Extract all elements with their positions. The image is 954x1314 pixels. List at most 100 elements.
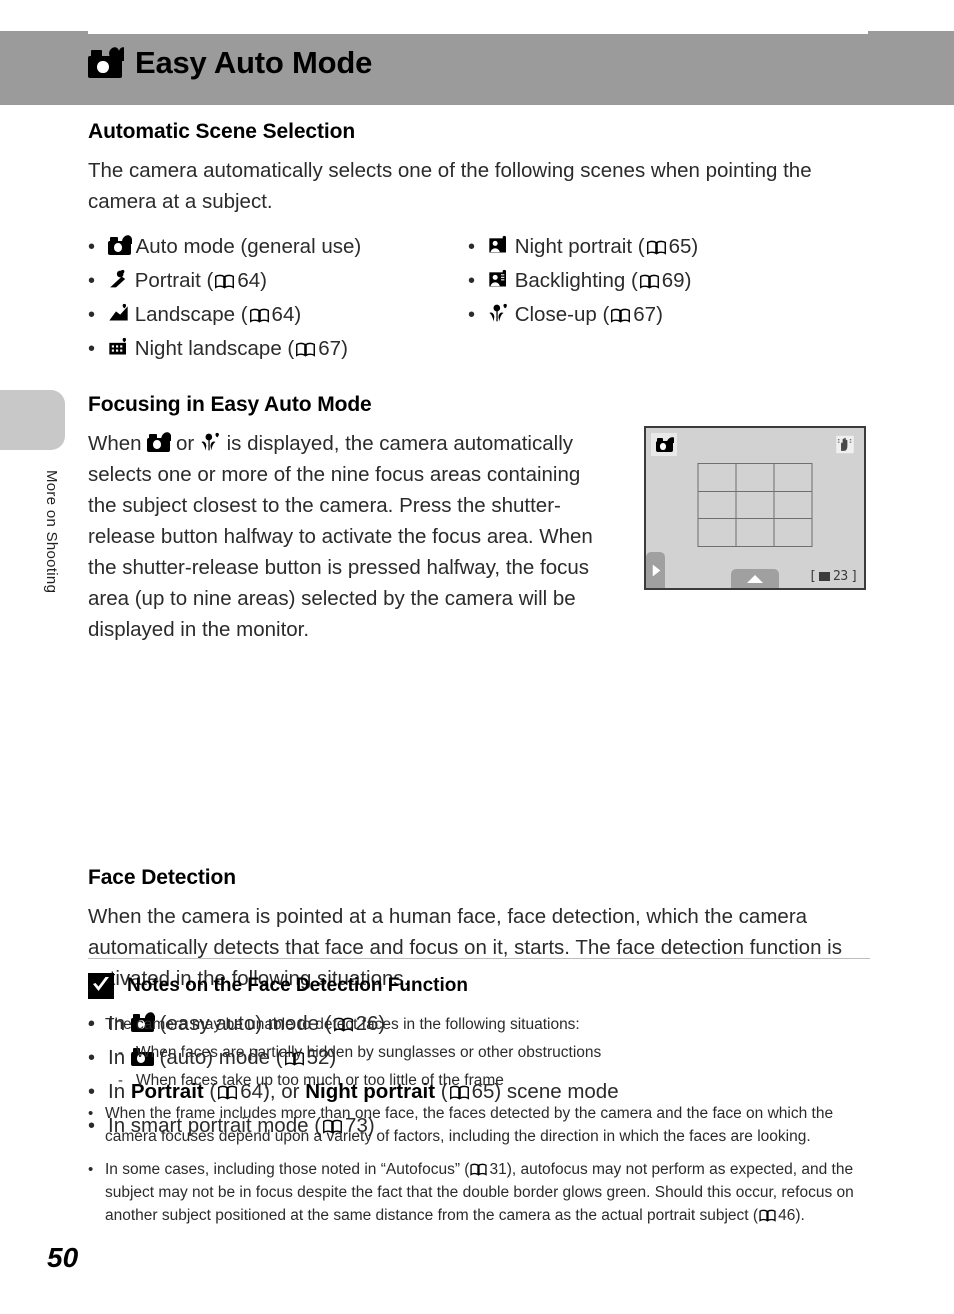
page-number-ref: 69 — [661, 269, 685, 292]
page-ref: ( 65) — [637, 235, 699, 258]
up-triangle-icon — [747, 574, 763, 583]
monitor-frame-counter: [ 23 ] — [808, 569, 859, 584]
paragraph-focusing: When or is displayed, the camera automat… — [88, 428, 610, 645]
note-text: In some cases, including those noted in … — [105, 1158, 870, 1227]
page-ref: ( 64) — [206, 269, 267, 292]
dash-bullet-icon: - — [118, 1044, 123, 1061]
vibration-reduction-hand-icon — [836, 435, 854, 454]
book-icon — [249, 308, 269, 323]
landscape-icon — [109, 303, 128, 321]
page-ref: ( 67) — [287, 337, 348, 360]
focus-area-cell — [697, 517, 737, 547]
note-text-part-a: In some cases, including those noted in … — [105, 1161, 470, 1178]
night-landscape-icon — [109, 337, 127, 355]
bullet-dot-icon: • — [88, 304, 96, 326]
monitor-playback-tab — [646, 552, 665, 588]
scene-label: Portrait — [134, 269, 201, 292]
page-number-ref: 64 — [237, 269, 261, 292]
list-item: • Close-up ( 67) — [468, 299, 848, 331]
focus-area-cell — [773, 517, 813, 547]
note-item: • When the frame includes more than one … — [88, 1102, 870, 1148]
bullet-dot-icon: • — [468, 236, 476, 258]
page-ref: ( 67) — [602, 303, 663, 326]
scene-list-column-right: • Night portrait ( 65) • Backlighting (… — [468, 231, 848, 367]
note-text: The camera may be unable to detect faces… — [105, 1016, 580, 1033]
night-portrait-icon — [489, 235, 507, 253]
easy-auto-camera-heart-icon — [108, 235, 131, 255]
monitor-mode-badge — [651, 433, 677, 456]
page-number-ref: 65 — [668, 235, 692, 258]
heading-automatic-scene-selection: Automatic Scene Selection — [88, 120, 356, 143]
note-sub-text: When faces are partially hidden by sungl… — [136, 1044, 602, 1061]
note-text-part-c: ). — [795, 1207, 805, 1224]
easy-auto-camera-heart-icon — [655, 437, 673, 452]
scene-list: • Auto mode (general use) • Portrait (6… — [88, 231, 870, 367]
page-number-ref: 46 — [778, 1207, 796, 1224]
book-icon — [215, 274, 235, 289]
list-item: • Portrait ( 64) — [88, 265, 468, 297]
note-item: • The camera may be unable to detect fac… — [88, 1013, 870, 1036]
book-icon — [470, 1163, 488, 1176]
scene-label: Auto mode (general use) — [135, 235, 362, 258]
bullet-dot-icon: • — [88, 1016, 94, 1033]
notes-title: Notes on the Face Detection Function — [127, 975, 468, 996]
focus-area-cell — [773, 463, 813, 493]
page-ref: ( 69) — [630, 269, 692, 292]
focus-area-cell — [773, 490, 813, 520]
notes-header: Notes on the Face Detection Function — [88, 973, 870, 999]
list-item: • Night portrait ( 65) — [468, 231, 848, 263]
focusing-section: Focusing in Easy Auto Mode When or is di… — [88, 393, 870, 645]
book-icon — [646, 240, 666, 255]
book-icon — [296, 342, 316, 357]
scene-list-column-left: • Auto mode (general use) • Portrait (6… — [88, 231, 468, 367]
list-item: • Landscape ( 64) — [88, 299, 468, 331]
easy-auto-camera-heart-icon — [88, 48, 122, 78]
page-number-ref: 67 — [633, 303, 657, 326]
bullet-dot-icon: • — [88, 236, 96, 258]
note-sub-item: - When faces are partially hidden by sun… — [118, 1041, 870, 1064]
focus-area-cell — [735, 463, 775, 493]
page-number-ref: 31 — [489, 1161, 507, 1178]
counter-value: 23 — [833, 569, 848, 584]
focus-area-cell — [697, 463, 737, 493]
heading-face-detection: Face Detection — [88, 866, 236, 889]
scene-label: Close-up — [514, 303, 597, 326]
backlighting-icon — [489, 269, 507, 287]
bullet-dot-icon: • — [88, 1161, 94, 1178]
book-icon — [759, 1209, 776, 1222]
page-ref: ( 64) — [240, 303, 302, 326]
easy-auto-camera-heart-icon — [147, 432, 170, 452]
paragraph-scene-selection-intro: The camera automatically selects one of … — [88, 159, 812, 213]
check-mark-icon — [88, 973, 114, 999]
scene-label: Landscape — [134, 303, 236, 326]
close-up-icon — [201, 432, 219, 451]
header-rule — [88, 31, 868, 34]
chapter-header-bar: Easy Auto Mode — [0, 31, 954, 105]
focus-area-grid — [697, 463, 813, 547]
counter-close-bracket: ] — [850, 569, 859, 584]
focus-area-cell — [697, 490, 737, 520]
scene-label: Night portrait — [514, 235, 633, 258]
page-number-ref: 64 — [271, 303, 295, 326]
portrait-icon — [110, 269, 126, 288]
dash-bullet-icon: - — [118, 1072, 123, 1089]
notes-box: Notes on the Face Detection Function • T… — [88, 958, 870, 1232]
bullet-dot-icon: • — [88, 338, 96, 360]
frame-box-icon — [819, 572, 831, 581]
scene-label: Night landscape — [134, 337, 282, 360]
page-title: Easy Auto Mode — [135, 45, 373, 80]
focus-area-cell — [735, 490, 775, 520]
bullet-dot-icon: • — [468, 304, 476, 326]
focus-text-after: is displayed, the camera automatically s… — [88, 432, 593, 641]
note-text: When the frame includes more than one fa… — [105, 1105, 834, 1145]
focus-area-cell — [735, 517, 775, 547]
scene-label: Backlighting — [514, 269, 626, 292]
counter-open-bracket: [ — [808, 569, 817, 584]
monitor-up-tab — [731, 569, 779, 588]
bullet-dot-icon: • — [468, 270, 476, 292]
note-sub-text: When faces take up too much or too littl… — [136, 1072, 504, 1089]
page-number-ref: 67 — [318, 337, 342, 360]
page-number: 50 — [47, 1242, 79, 1273]
note-item: • In some cases, including those noted i… — [88, 1158, 870, 1227]
note-sub-item: - When faces take up too much or too lit… — [118, 1069, 870, 1092]
